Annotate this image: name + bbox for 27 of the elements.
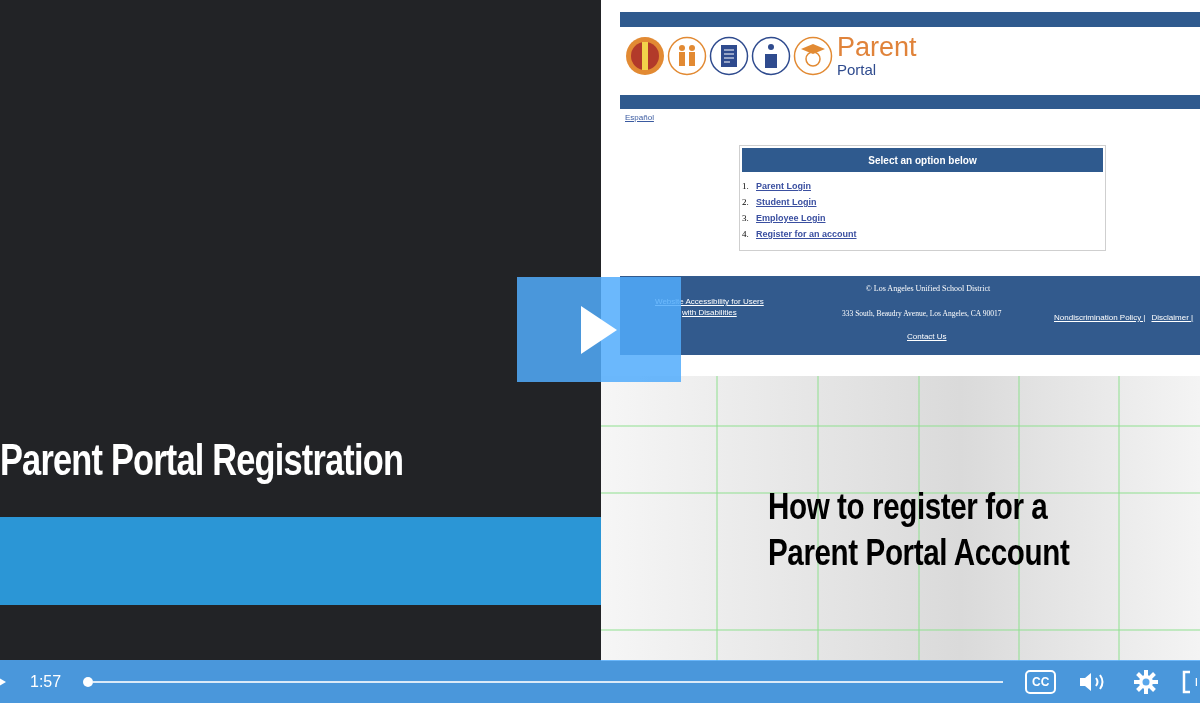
slide-title: Parent Portal Registration <box>0 438 404 482</box>
option-link[interactable]: Student Login <box>756 196 817 209</box>
language-link[interactable]: Español <box>625 112 654 124</box>
option-number: 2. <box>742 196 750 209</box>
time-display: 1:57 <box>30 671 62 692</box>
document-icon <box>709 35 749 76</box>
option-number: 3. <box>742 212 750 225</box>
logo-subtitle: Portal <box>837 62 878 77</box>
fullscreen-icon[interactable] <box>1182 669 1198 694</box>
contact-link[interactable]: Contact Us <box>907 331 947 343</box>
play-icon <box>581 305 617 354</box>
slide-subtitle: How to register for a <box>768 485 1049 529</box>
option-link[interactable]: Employee Login <box>756 212 826 225</box>
policy-link[interactable]: Nondiscrimination Policy | <box>1054 312 1146 324</box>
option-number: 1. <box>742 180 750 193</box>
slide-subtitle: Parent Portal Account <box>768 531 1070 575</box>
copyright-text: © Los Angeles Unified School District <box>864 283 992 295</box>
option-link[interactable]: Register for an account <box>756 228 857 241</box>
option-link[interactable]: Parent Login <box>756 180 811 193</box>
logo-title: Parent <box>837 34 917 61</box>
play-button[interactable] <box>517 277 681 382</box>
option-number: 4. <box>742 228 750 241</box>
graduate-icon <box>793 35 833 76</box>
progress-thumb[interactable] <box>83 676 94 687</box>
progress-track[interactable] <box>93 680 1004 683</box>
policy-link[interactable]: Disclaimer | <box>1151 312 1194 324</box>
options-header: Select an option below <box>742 148 1103 172</box>
